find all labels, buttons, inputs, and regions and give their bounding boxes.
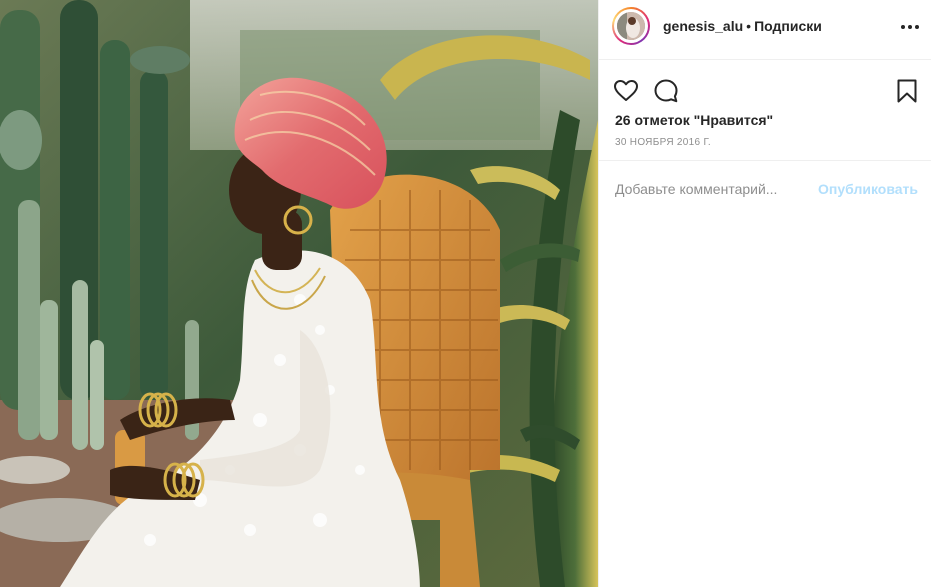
- avatar-story-ring[interactable]: [612, 7, 650, 45]
- likes-count[interactable]: 26 отметок "Нравится": [615, 112, 773, 128]
- heart-icon[interactable]: [613, 78, 639, 104]
- bookmark-icon[interactable]: [894, 78, 920, 104]
- publish-button[interactable]: Опубликовать: [818, 181, 918, 197]
- comment-bubble-icon[interactable]: [653, 78, 679, 104]
- more-options-icon[interactable]: [900, 20, 920, 32]
- post-photo[interactable]: [0, 0, 598, 587]
- avatar[interactable]: [617, 12, 645, 40]
- following-button[interactable]: Подписки: [754, 18, 822, 34]
- instagram-post: genesis_alu • Подписки 26 отметок "Нрави…: [0, 0, 931, 587]
- post-date: 30 ноября 2016 г.: [615, 137, 712, 148]
- avatar-image: [617, 12, 645, 40]
- username-link[interactable]: genesis_alu: [663, 18, 743, 34]
- avatar-border: [614, 9, 648, 43]
- header-text: genesis_alu • Подписки: [663, 18, 822, 34]
- post-photo-illustration: [0, 0, 598, 587]
- post-actions: [599, 68, 931, 112]
- comment-input[interactable]: [615, 179, 805, 199]
- add-comment-section: Опубликовать: [599, 160, 931, 217]
- post-header: genesis_alu • Подписки: [599, 0, 931, 60]
- separator-dot: •: [746, 18, 752, 34]
- post-details-panel: genesis_alu • Подписки 26 отметок "Нрави…: [598, 0, 931, 587]
